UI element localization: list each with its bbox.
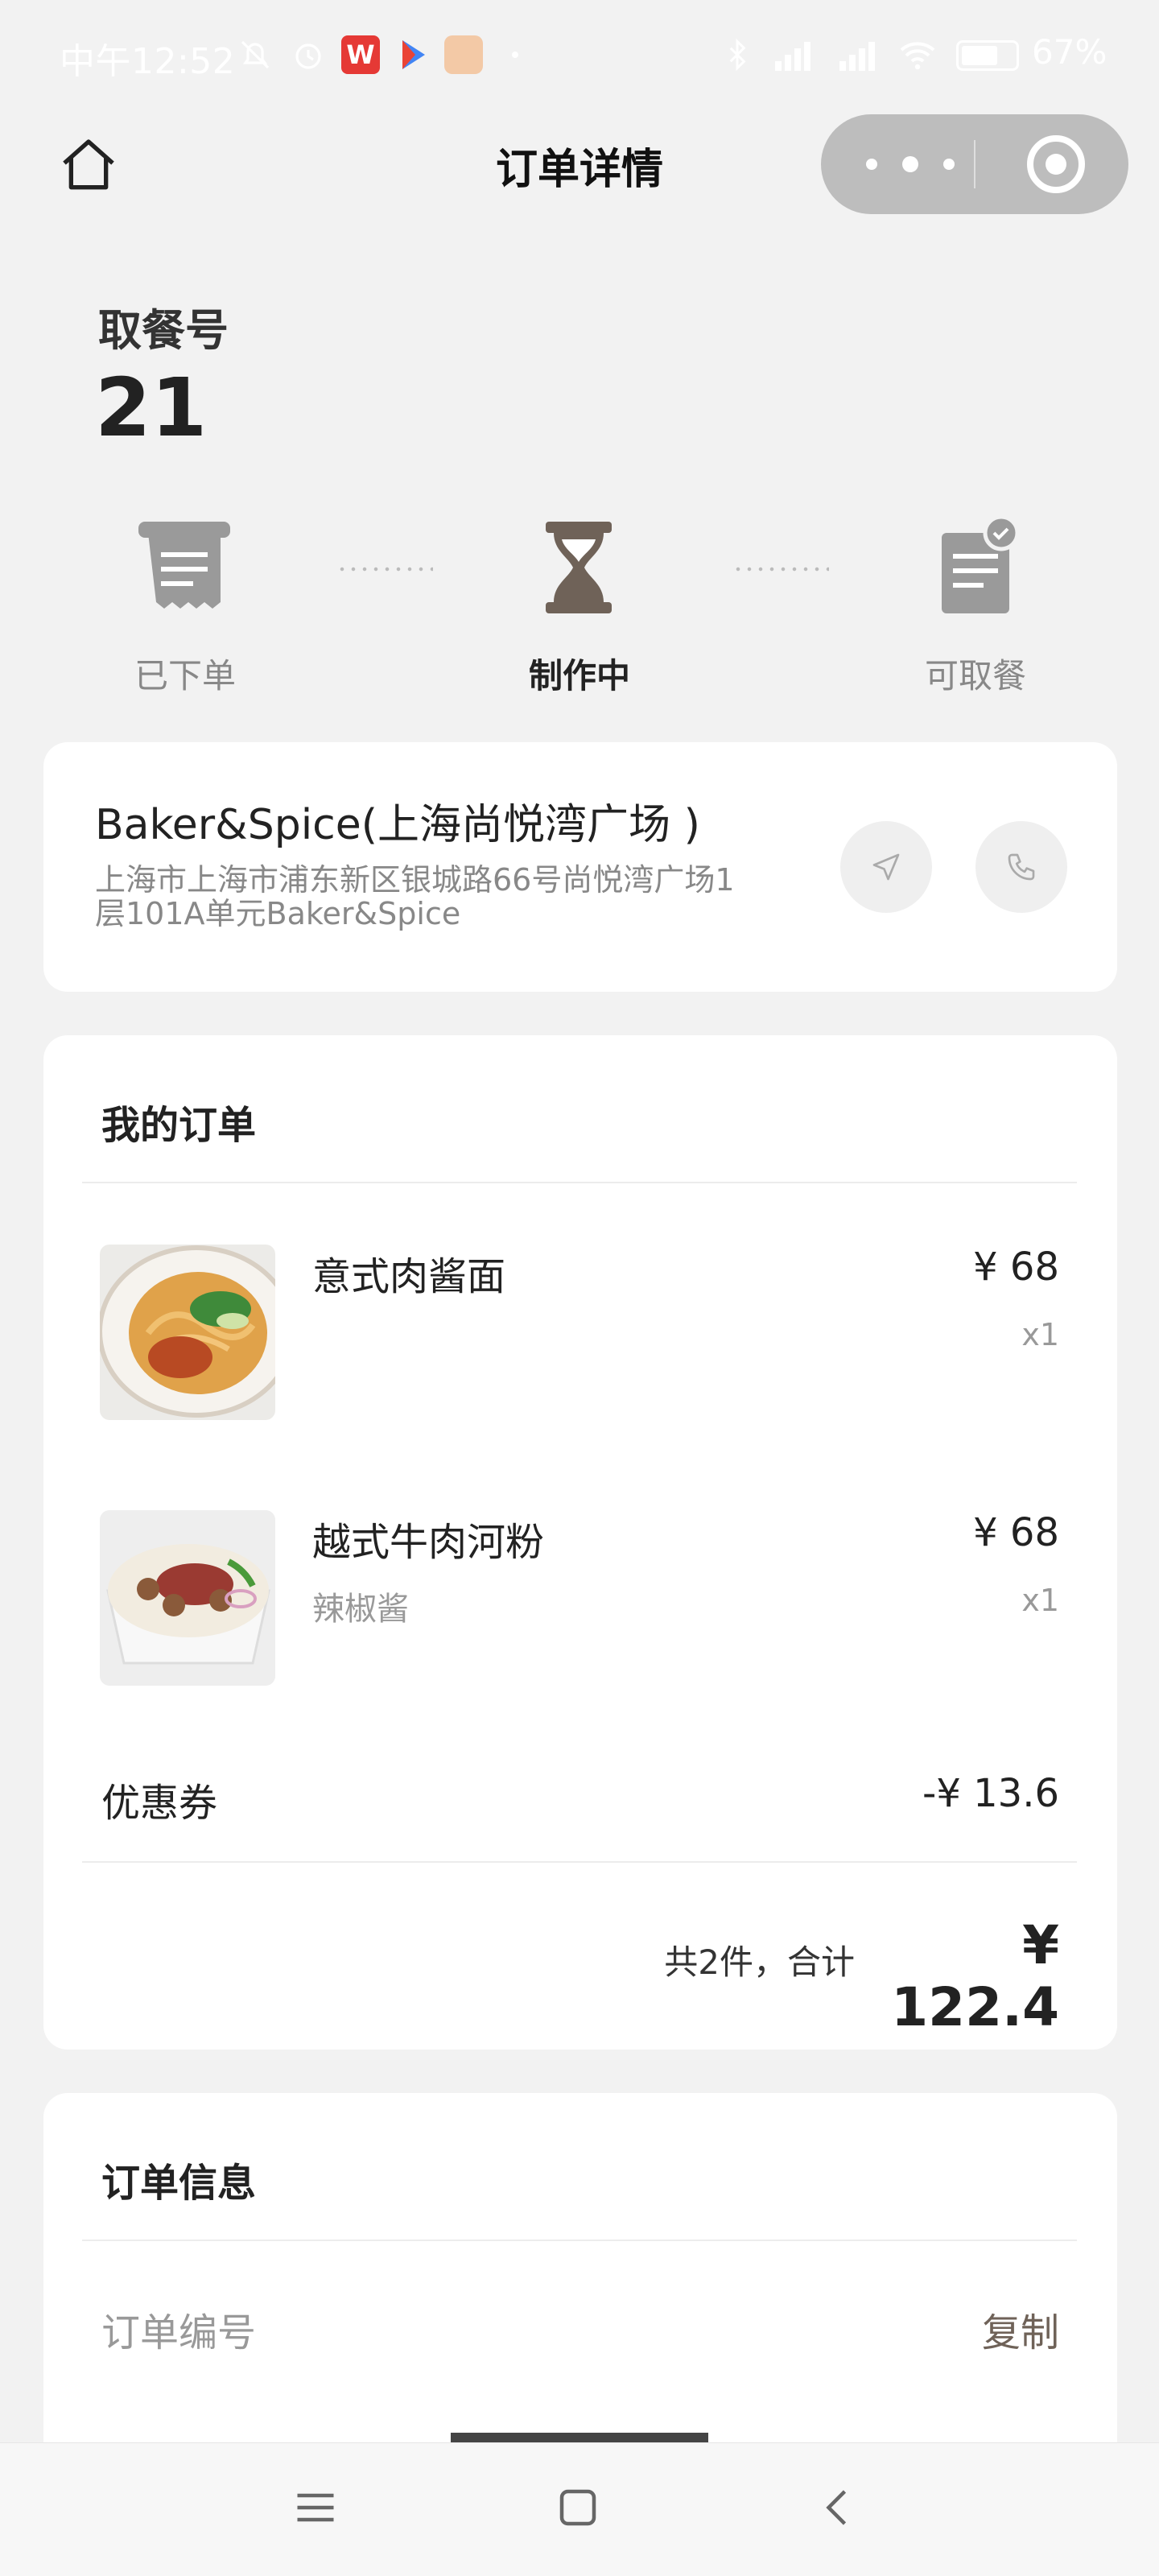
call-button[interactable] bbox=[975, 821, 1067, 913]
alarm-icon bbox=[295, 43, 321, 69]
battery-icon bbox=[956, 40, 1019, 71]
coupon-value: -¥ 13.6 bbox=[922, 1771, 1059, 1816]
item-name: 越式牛肉河粉 bbox=[312, 1520, 545, 1565]
store-address-line2: 层101A单元Baker&Spice bbox=[95, 896, 461, 931]
total-label: 共2件，合计 bbox=[664, 1942, 855, 1982]
signal-1-icon bbox=[775, 42, 810, 71]
navigate-button[interactable] bbox=[840, 821, 932, 913]
item-quantity: x1 bbox=[1021, 1583, 1059, 1618]
play-store-icon bbox=[402, 40, 425, 69]
home-square-icon[interactable] bbox=[554, 2483, 602, 2532]
store-address-line1: 上海市上海市浦东新区银城路66号尚悦湾广场1 bbox=[95, 862, 735, 898]
more-dots-icon[interactable] bbox=[866, 147, 955, 182]
step-label-ordered: 已下单 bbox=[134, 656, 236, 696]
item-name: 意式肉酱面 bbox=[312, 1254, 506, 1299]
item-price: ¥ 68 bbox=[973, 1245, 1059, 1290]
cat-app-icon bbox=[444, 35, 483, 74]
target-icon[interactable] bbox=[1027, 135, 1085, 193]
mute-bell-icon bbox=[241, 40, 270, 69]
wps-icon: W bbox=[341, 35, 380, 74]
item-quantity: x1 bbox=[1021, 1317, 1059, 1352]
hourglass-icon bbox=[546, 522, 612, 613]
navigate-icon bbox=[872, 853, 900, 881]
order-number-label: 订单编号 bbox=[101, 2310, 257, 2355]
store-name: Baker&Spice(上海尚悦湾广场 ) bbox=[95, 801, 700, 849]
wifi-icon bbox=[900, 42, 935, 70]
order-title-divider bbox=[82, 1182, 1077, 1183]
bluetooth-icon bbox=[729, 38, 746, 72]
item-image-bolognese bbox=[100, 1245, 275, 1420]
back-icon[interactable] bbox=[815, 2483, 863, 2532]
step-label-preparing: 制作中 bbox=[528, 656, 630, 696]
total-value: ¥ 122.4 bbox=[891, 1914, 1059, 2038]
receipt-icon bbox=[138, 522, 230, 609]
coupon-divider bbox=[82, 1861, 1077, 1863]
step-connector-1 bbox=[336, 567, 433, 572]
capsule-divider bbox=[974, 140, 975, 188]
step-label-ready: 可取餐 bbox=[924, 656, 1026, 696]
menu-icon[interactable] bbox=[291, 2483, 340, 2532]
item-price: ¥ 68 bbox=[973, 1510, 1059, 1555]
step-connector-2 bbox=[732, 567, 829, 572]
item-note: 辣椒酱 bbox=[312, 1591, 409, 1628]
system-nav-bar bbox=[0, 2442, 1159, 2576]
order-info-title: 订单信息 bbox=[101, 2161, 257, 2206]
ready-document-icon bbox=[942, 515, 1020, 613]
item-image-pho bbox=[100, 1510, 275, 1686]
battery-percentage: 67% bbox=[1032, 32, 1107, 72]
signal-2-icon bbox=[839, 42, 875, 71]
store-address: 上海市上海市浦东新区银城路66号尚悦湾广场1 层101A单元Baker&Spic… bbox=[95, 863, 803, 931]
barcode-partial bbox=[451, 2433, 708, 2442]
copy-button[interactable]: 复制 bbox=[918, 2301, 1059, 2357]
status-time: 中午12:52 bbox=[60, 41, 236, 82]
mini-program-capsule bbox=[821, 114, 1128, 214]
more-notifications-dot bbox=[512, 52, 518, 58]
order-card-title: 我的订单 bbox=[101, 1103, 257, 1148]
pickup-label: 取餐号 bbox=[98, 305, 229, 356]
status-bar: 中午12:52 W 67% bbox=[0, 0, 1159, 105]
pickup-number: 21 bbox=[95, 361, 208, 455]
order-info-divider bbox=[82, 2240, 1077, 2241]
phone-icon bbox=[1008, 853, 1035, 881]
coupon-label: 优惠券 bbox=[101, 1781, 218, 1826]
